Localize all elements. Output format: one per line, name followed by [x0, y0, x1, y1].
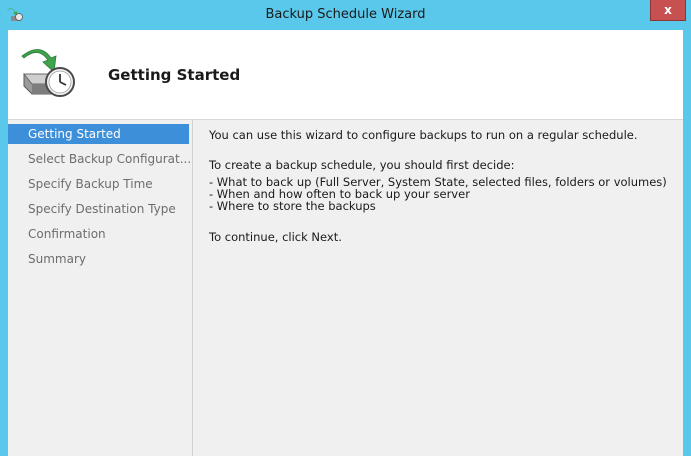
wizard-content: You can use this wizard to configure bac… — [209, 128, 674, 244]
nav-item-confirmation[interactable]: Confirmation — [8, 224, 192, 244]
nav-item-summary[interactable]: Summary — [8, 249, 192, 269]
title-bar[interactable]: Backup Schedule Wizard x — [0, 0, 691, 30]
wizard-body: Getting Started Select Backup Configurat… — [8, 120, 683, 456]
decide-heading: To create a backup schedule, you should … — [209, 158, 515, 172]
nav-item-getting-started[interactable]: Getting Started — [8, 124, 189, 144]
nav-item-select-backup-configuration[interactable]: Select Backup Configurat... — [8, 149, 192, 169]
page-title: Getting Started — [108, 66, 241, 84]
wizard-header: Getting Started — [8, 30, 683, 120]
nav-item-specify-backup-time[interactable]: Specify Backup Time — [8, 174, 192, 194]
list-item: - Where to store the backups — [209, 199, 376, 213]
wizard-steps-nav: Getting Started Select Backup Configurat… — [8, 120, 193, 456]
continue-text: To continue, click Next. — [209, 230, 342, 244]
close-button[interactable]: x — [650, 0, 686, 21]
nav-item-specify-destination-type[interactable]: Specify Destination Type — [8, 199, 192, 219]
decision-list: - What to back up (Full Server, System S… — [209, 176, 674, 212]
window-title: Backup Schedule Wizard — [265, 7, 426, 22]
backup-schedule-icon — [21, 49, 75, 97]
intro-text: You can use this wizard to configure bac… — [209, 128, 638, 142]
wizard-window: Backup Schedule Wizard x Getting Started… — [0, 0, 691, 456]
